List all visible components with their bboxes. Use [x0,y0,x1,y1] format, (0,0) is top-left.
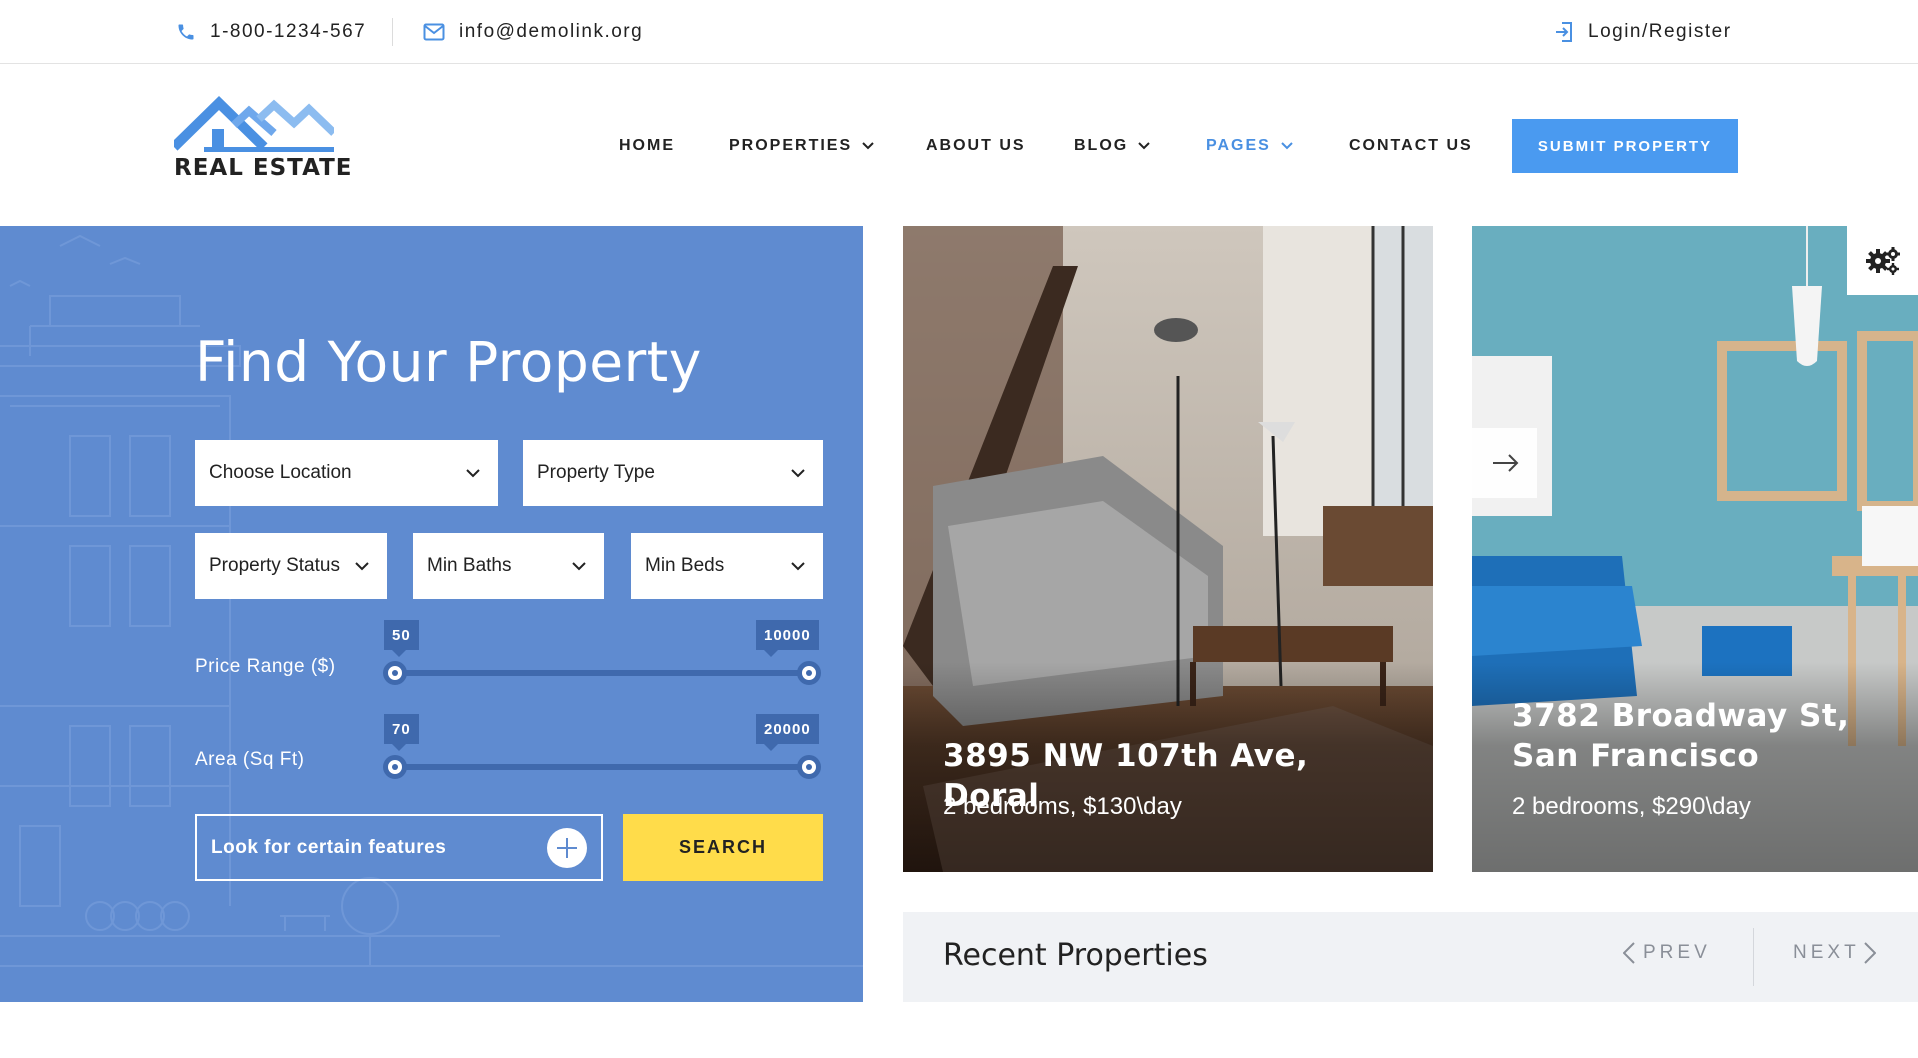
phone-icon [178,24,194,40]
chevron-down-icon [791,561,805,570]
search-title: Find Your Property [195,330,702,394]
location-select-label: Choose Location [209,462,352,483]
house-logo-icon [174,96,334,152]
pagination-divider [1753,928,1754,986]
price-max-tooltip: 10000 [756,620,819,657]
top-bar: 1-800-1234-567 info@demolink.org Login/R… [0,0,1918,64]
prev-label: PREV [1643,942,1711,963]
slider-next-arrow[interactable] [1472,428,1537,498]
price-range-track[interactable] [395,670,809,676]
prev-button[interactable]: PREV [1623,942,1711,964]
chevron-down-icon [1281,142,1293,150]
area-max-tooltip: 20000 [756,714,819,751]
recent-properties-title: Recent Properties [943,938,1208,973]
email-address: info@demolink.org [459,21,644,42]
submit-property-button[interactable]: SUBMIT PROPERTY [1512,119,1738,173]
recent-properties-bar: Recent Properties PREV NEXT [903,912,1918,1002]
chevron-down-icon [1138,142,1150,150]
property-details: 2 bedrooms, $130\day [943,793,1182,820]
settings-toggle[interactable] [1847,226,1918,295]
plus-icon [547,827,587,868]
logo[interactable]: REAL ESTATE [174,93,351,193]
nav-contact-label: CONTACT US [1349,137,1473,154]
features-toggle[interactable]: Look for certain features [195,814,603,881]
min-baths-label: Min Baths [427,555,512,576]
mail-icon [423,23,445,41]
topbar-divider [392,18,393,46]
chevron-left-icon [1623,942,1635,964]
email-contact[interactable]: info@demolink.org [423,0,643,64]
price-min-handle[interactable] [383,661,407,685]
area-min-handle[interactable] [383,755,407,779]
property-details: 2 bedrooms, $290\day [1512,793,1751,820]
nav-pages-label: PAGES [1206,137,1271,154]
chevron-down-icon [355,561,369,570]
area-range-label: Area (Sq Ft) [195,749,305,770]
nav-blog[interactable]: BLOG [1074,137,1150,155]
search-button[interactable]: SEARCH [623,814,823,881]
price-min-tooltip: 50 [384,620,419,657]
nav-blog-label: BLOG [1074,137,1129,154]
area-range-track[interactable] [395,764,809,770]
chevron-right-icon [1863,942,1876,964]
logo-text: REAL ESTATE [174,155,353,181]
nav-properties[interactable]: PROPERTIES [729,137,874,155]
area-min-tooltip: 70 [384,714,419,751]
min-beds-label: Min Beds [645,555,725,576]
login-label: Login/Register [1588,21,1732,42]
property-type-select[interactable]: Property Type [523,440,823,506]
nav-home-label: HOME [619,137,675,154]
login-register-link[interactable]: Login/Register [1554,0,1732,64]
nav-about-us[interactable]: ABOUT US [926,137,1026,155]
nav-about-label: ABOUT US [926,137,1026,154]
nav-contact-us[interactable]: CONTACT US [1349,137,1473,155]
price-range-label: Price Range ($) [195,656,336,677]
nav-home[interactable]: HOME [619,137,675,155]
property-status-select[interactable]: Property Status [195,533,387,599]
search-panel: Find Your Property Choose Location Prope… [0,226,863,1002]
nav-properties-label: PROPERTIES [729,137,853,154]
location-select[interactable]: Choose Location [195,440,498,506]
site-header: REAL ESTATE HOME PROPERTIES ABOUT US BLO… [0,65,1918,226]
chevron-down-icon [791,468,805,477]
min-baths-select[interactable]: Min Baths [413,533,604,599]
property-card[interactable]: 3782 Broadway St, San Francisco 2 bedroo… [1472,226,1918,872]
chevron-down-icon [862,142,874,150]
login-icon [1556,22,1572,42]
property-status-label: Property Status [209,555,340,576]
property-title[interactable]: 3782 Broadway St, San Francisco [1512,696,1912,776]
nav-pages[interactable]: PAGES [1206,137,1293,155]
gears-icon [1865,246,1900,275]
min-beds-select[interactable]: Min Beds [631,533,823,599]
price-max-handle[interactable] [797,661,821,685]
next-label: NEXT [1793,942,1860,963]
features-label: Look for certain features [211,836,447,858]
area-max-handle[interactable] [797,755,821,779]
phone-contact[interactable]: 1-800-1234-567 [176,0,366,64]
property-card[interactable]: 3895 NW 107th Ave, Doral 2 bedrooms, $13… [903,226,1433,872]
next-button[interactable]: NEXT [1793,942,1876,964]
chevron-down-icon [466,468,480,477]
chevron-down-icon [572,561,586,570]
arrow-right-icon [1492,454,1518,472]
phone-number: 1-800-1234-567 [210,21,367,42]
property-type-label: Property Type [537,462,655,483]
